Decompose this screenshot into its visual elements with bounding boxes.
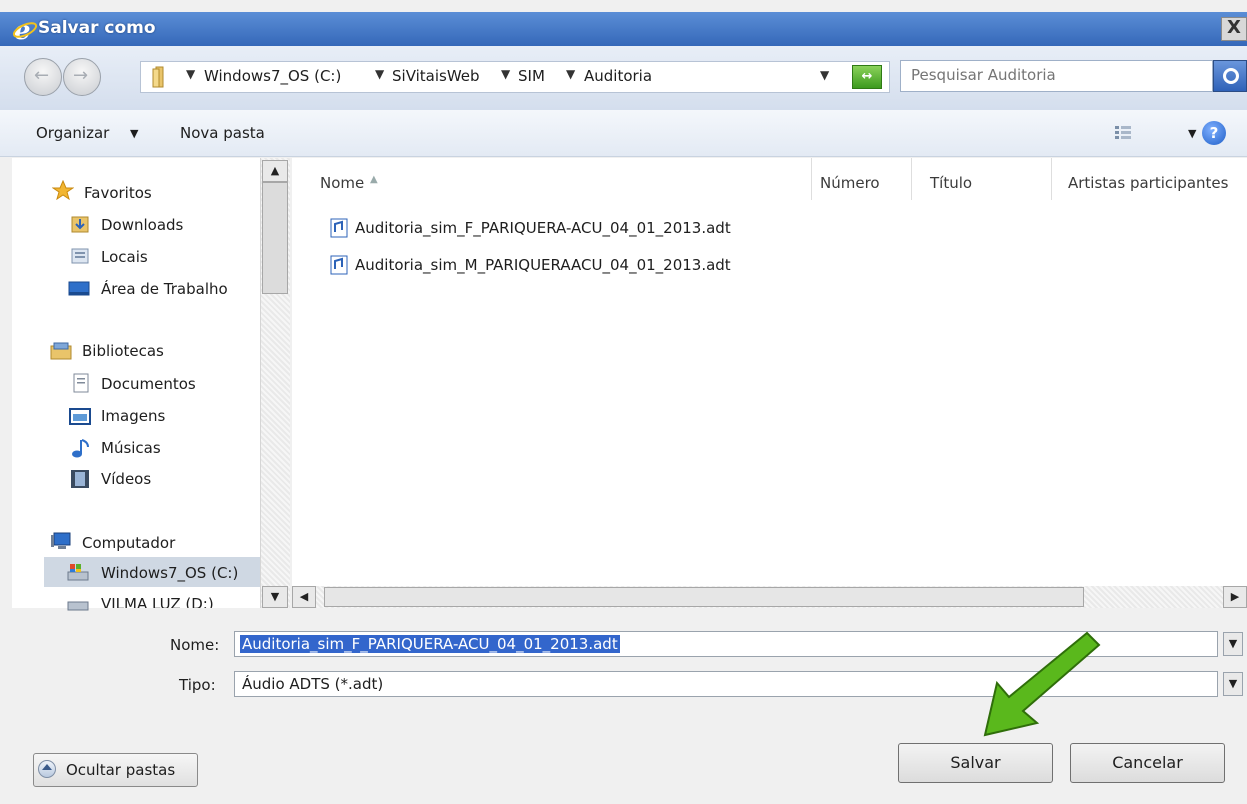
videos-icon <box>71 470 89 488</box>
audio-file-icon <box>330 218 348 238</box>
nav-scroll-thumb[interactable] <box>262 182 288 294</box>
music-icon <box>72 439 89 458</box>
back-button[interactable] <box>24 58 62 96</box>
breadcrumb-chevron-icon[interactable]: ▼ <box>186 67 195 81</box>
save-as-dialog: e Salvar como X ▼ Windows7_OS (C:) ▼ SiV… <box>0 0 1247 804</box>
column-label-artists: Artistas participantes <box>1068 174 1229 192</box>
breadcrumb-chevron-icon[interactable]: ▼ <box>501 67 510 81</box>
downloads-icon <box>71 216 89 233</box>
file-item[interactable]: Auditoria_sim_F_PARIQUERA-ACU_04_01_2013… <box>355 219 731 237</box>
scroll-down-arrow[interactable]: ▼ <box>262 586 288 608</box>
breadcrumb-sim[interactable]: SIM <box>518 67 545 85</box>
horizontal-scroll-thumb[interactable] <box>324 587 1084 607</box>
search-input[interactable] <box>911 66 1201 84</box>
new-folder-button[interactable]: Nova pasta <box>180 124 265 142</box>
organize-dropdown-icon[interactable]: ▼ <box>130 127 138 140</box>
scroll-up-arrow[interactable]: ▲ <box>262 160 288 182</box>
nav-computador[interactable]: Computador <box>82 534 175 552</box>
internet-explorer-icon: e <box>12 18 38 42</box>
forward-button[interactable] <box>63 58 101 96</box>
breadcrumb-drive[interactable]: Windows7_OS (C:) <box>204 67 341 85</box>
title-bar <box>0 12 1247 46</box>
nav-musicas[interactable]: Músicas <box>101 439 161 457</box>
breadcrumb-chevron-icon[interactable]: ▼ <box>566 67 575 81</box>
green-arrow-annotation <box>983 631 1101 737</box>
breadcrumb-sivitaisweb[interactable]: SiVitaisWeb <box>392 67 480 85</box>
windows-drive-icon <box>67 564 89 581</box>
filename-value[interactable]: Auditoria_sim_F_PARIQUERA-ACU_04_01_2013… <box>240 635 620 653</box>
hide-folders-label[interactable]: Ocultar pastas <box>66 761 175 779</box>
address-dropdown-icon[interactable]: ▼ <box>820 68 829 82</box>
window-title: Salvar como <box>38 18 156 38</box>
nav-area-de-trabalho[interactable]: Área de Trabalho <box>101 280 228 298</box>
column-label-title: Título <box>930 174 973 192</box>
name-label: Nome: <box>170 636 220 654</box>
drive-icon <box>67 601 89 611</box>
cancel-button[interactable]: Cancelar <box>1070 743 1225 783</box>
nav-imagens[interactable]: Imagens <box>101 407 165 425</box>
column-label-name: Nome <box>320 174 365 192</box>
nav-favorites[interactable]: Favoritos <box>84 184 152 202</box>
refresh-button[interactable]: ↔ <box>852 65 882 89</box>
nav-bibliotecas[interactable]: Bibliotecas <box>82 342 164 360</box>
help-icon[interactable]: ? <box>1202 121 1226 145</box>
documents-icon <box>73 373 89 393</box>
breadcrumb-auditoria[interactable]: Auditoria <box>584 67 652 85</box>
organize-menu[interactable]: Organizar <box>36 124 109 142</box>
close-button[interactable]: X <box>1221 17 1247 41</box>
nav-downloads[interactable]: Downloads <box>101 216 183 234</box>
type-label: Tipo: <box>179 676 216 694</box>
column-label-number: Número <box>820 174 880 192</box>
file-item[interactable]: Auditoria_sim_M_PARIQUERAACU_04_01_2013.… <box>355 256 731 274</box>
libraries-icon <box>50 342 72 360</box>
scroll-right-arrow[interactable]: ▶ <box>1223 586 1247 608</box>
nav-documentos[interactable]: Documentos <box>101 375 196 393</box>
scroll-left-arrow[interactable]: ◀ <box>292 586 316 608</box>
search-icon[interactable] <box>1213 60 1247 92</box>
audio-file-icon <box>330 255 348 275</box>
star-icon <box>52 180 74 200</box>
folder-icon <box>152 66 164 88</box>
save-button[interactable]: Salvar <box>898 743 1053 783</box>
computer-icon <box>51 532 71 549</box>
nav-locais[interactable]: Locais <box>101 248 148 266</box>
sort-ascending-icon: ▲ <box>370 174 378 185</box>
nav-vilma-luz[interactable]: VILMA LUZ (D:) <box>101 595 214 608</box>
filename-dropdown-icon[interactable]: ▼ <box>1223 632 1243 656</box>
breadcrumb-chevron-icon[interactable]: ▼ <box>375 67 384 81</box>
pictures-icon <box>69 408 91 425</box>
nav-videos[interactable]: Vídeos <box>101 470 151 488</box>
views-icon[interactable] <box>1113 124 1135 142</box>
desktop-icon <box>68 281 90 296</box>
views-dropdown-icon[interactable]: ▼ <box>1188 127 1196 140</box>
recent-places-icon <box>71 248 89 264</box>
filetype-dropdown-icon[interactable]: ▼ <box>1223 672 1243 696</box>
collapse-icon[interactable] <box>38 760 56 778</box>
filetype-value[interactable]: Áudio ADTS (*.adt) <box>242 675 383 693</box>
nav-windows7-os[interactable]: Windows7_OS (C:) <box>101 564 238 582</box>
